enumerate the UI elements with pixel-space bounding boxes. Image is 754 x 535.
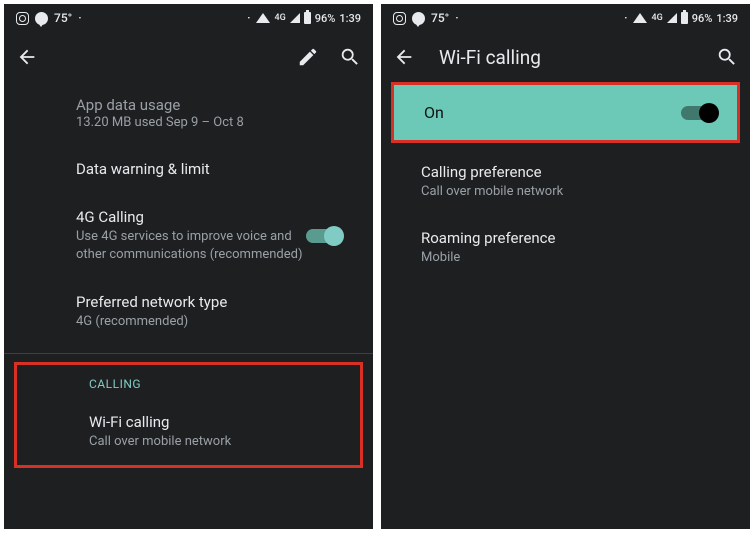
connection-type: 4G — [651, 13, 662, 23]
wifi-calling-on-toggle[interactable] — [681, 106, 717, 120]
preferred-network-item[interactable]: Preferred network type 4G (recommended) — [4, 279, 373, 345]
left-phone-screen: 75° · · 4G 96% 1:39 App data usage 13.20… — [4, 4, 373, 529]
app-data-usage-item[interactable]: App data usage 13.20 MB used Sep 9 – Oct… — [4, 82, 373, 146]
setting-title: Roaming preference — [421, 229, 730, 247]
search-icon[interactable] — [716, 46, 738, 68]
connection-type: 4G — [274, 13, 285, 23]
edit-pencil-icon[interactable] — [297, 46, 319, 68]
4g-calling-toggle[interactable] — [306, 229, 342, 243]
weather-temp: 75° — [54, 11, 72, 25]
battery-icon — [304, 12, 311, 24]
statusbar: 75° · · 4G 96% 1:39 — [4, 4, 373, 32]
notification-dots: · — [455, 11, 460, 25]
wifi-calling-item[interactable]: Wi-Fi calling Call over mobile network — [17, 399, 360, 465]
setting-subtitle: Call over mobile network — [89, 433, 340, 451]
back-arrow-icon[interactable] — [393, 46, 415, 68]
instagram-icon — [16, 12, 29, 25]
more-dot: · — [247, 11, 252, 25]
setting-title: App data usage — [76, 96, 353, 114]
instagram-icon — [393, 12, 406, 25]
battery-icon — [681, 12, 688, 24]
setting-title: Calling preference — [421, 163, 730, 181]
right-phone-screen: 75° · · 4G 96% 1:39 Wi-Fi calling On — [381, 4, 750, 529]
toolbar: Wi-Fi calling — [381, 32, 750, 82]
clock-time: 1:39 — [716, 12, 738, 25]
wifi-icon — [633, 13, 647, 23]
wifi-calling-highlight: CALLING Wi-Fi calling Call over mobile n… — [14, 362, 363, 468]
toolbar — [4, 32, 373, 82]
calling-section-header: CALLING — [17, 365, 360, 399]
battery-percent: 96% — [315, 12, 336, 25]
wifi-calling-on-highlight: On — [391, 82, 740, 143]
setting-title: Wi-Fi calling — [89, 413, 340, 431]
statusbar: 75° · · 4G 96% 1:39 — [381, 4, 750, 32]
page-title: Wi-Fi calling — [439, 46, 696, 69]
signal-icon — [290, 13, 300, 23]
setting-subtitle: Mobile — [421, 249, 730, 267]
calling-preference-item[interactable]: Calling preference Call over mobile netw… — [381, 149, 750, 215]
setting-title: Data warning & limit — [76, 160, 353, 178]
setting-subtitle: Use 4G services to improve voice and oth… — [76, 228, 306, 264]
4g-calling-item[interactable]: 4G Calling Use 4G services to improve vo… — [4, 194, 373, 278]
signal-icon — [667, 13, 677, 23]
section-divider — [4, 353, 373, 354]
setting-subtitle: 13.20 MB used Sep 9 – Oct 8 — [76, 114, 353, 132]
back-arrow-icon[interactable] — [16, 46, 38, 68]
search-icon[interactable] — [339, 46, 361, 68]
clock-time: 1:39 — [339, 12, 361, 25]
weather-temp: 75° — [431, 11, 449, 25]
setting-title: Preferred network type — [76, 293, 353, 311]
setting-subtitle: 4G (recommended) — [76, 313, 353, 331]
roaming-preference-item[interactable]: Roaming preference Mobile — [381, 215, 750, 281]
data-warning-item[interactable]: Data warning & limit — [4, 146, 373, 194]
more-dot: · — [624, 11, 629, 25]
battery-percent: 96% — [692, 12, 713, 25]
setting-title: 4G Calling — [76, 208, 306, 226]
messenger-icon — [35, 12, 48, 25]
setting-subtitle: Call over mobile network — [421, 183, 730, 201]
on-toggle-label: On — [424, 103, 681, 122]
messenger-icon — [412, 12, 425, 25]
wifi-icon — [256, 13, 270, 23]
notification-dots: · — [78, 11, 83, 25]
